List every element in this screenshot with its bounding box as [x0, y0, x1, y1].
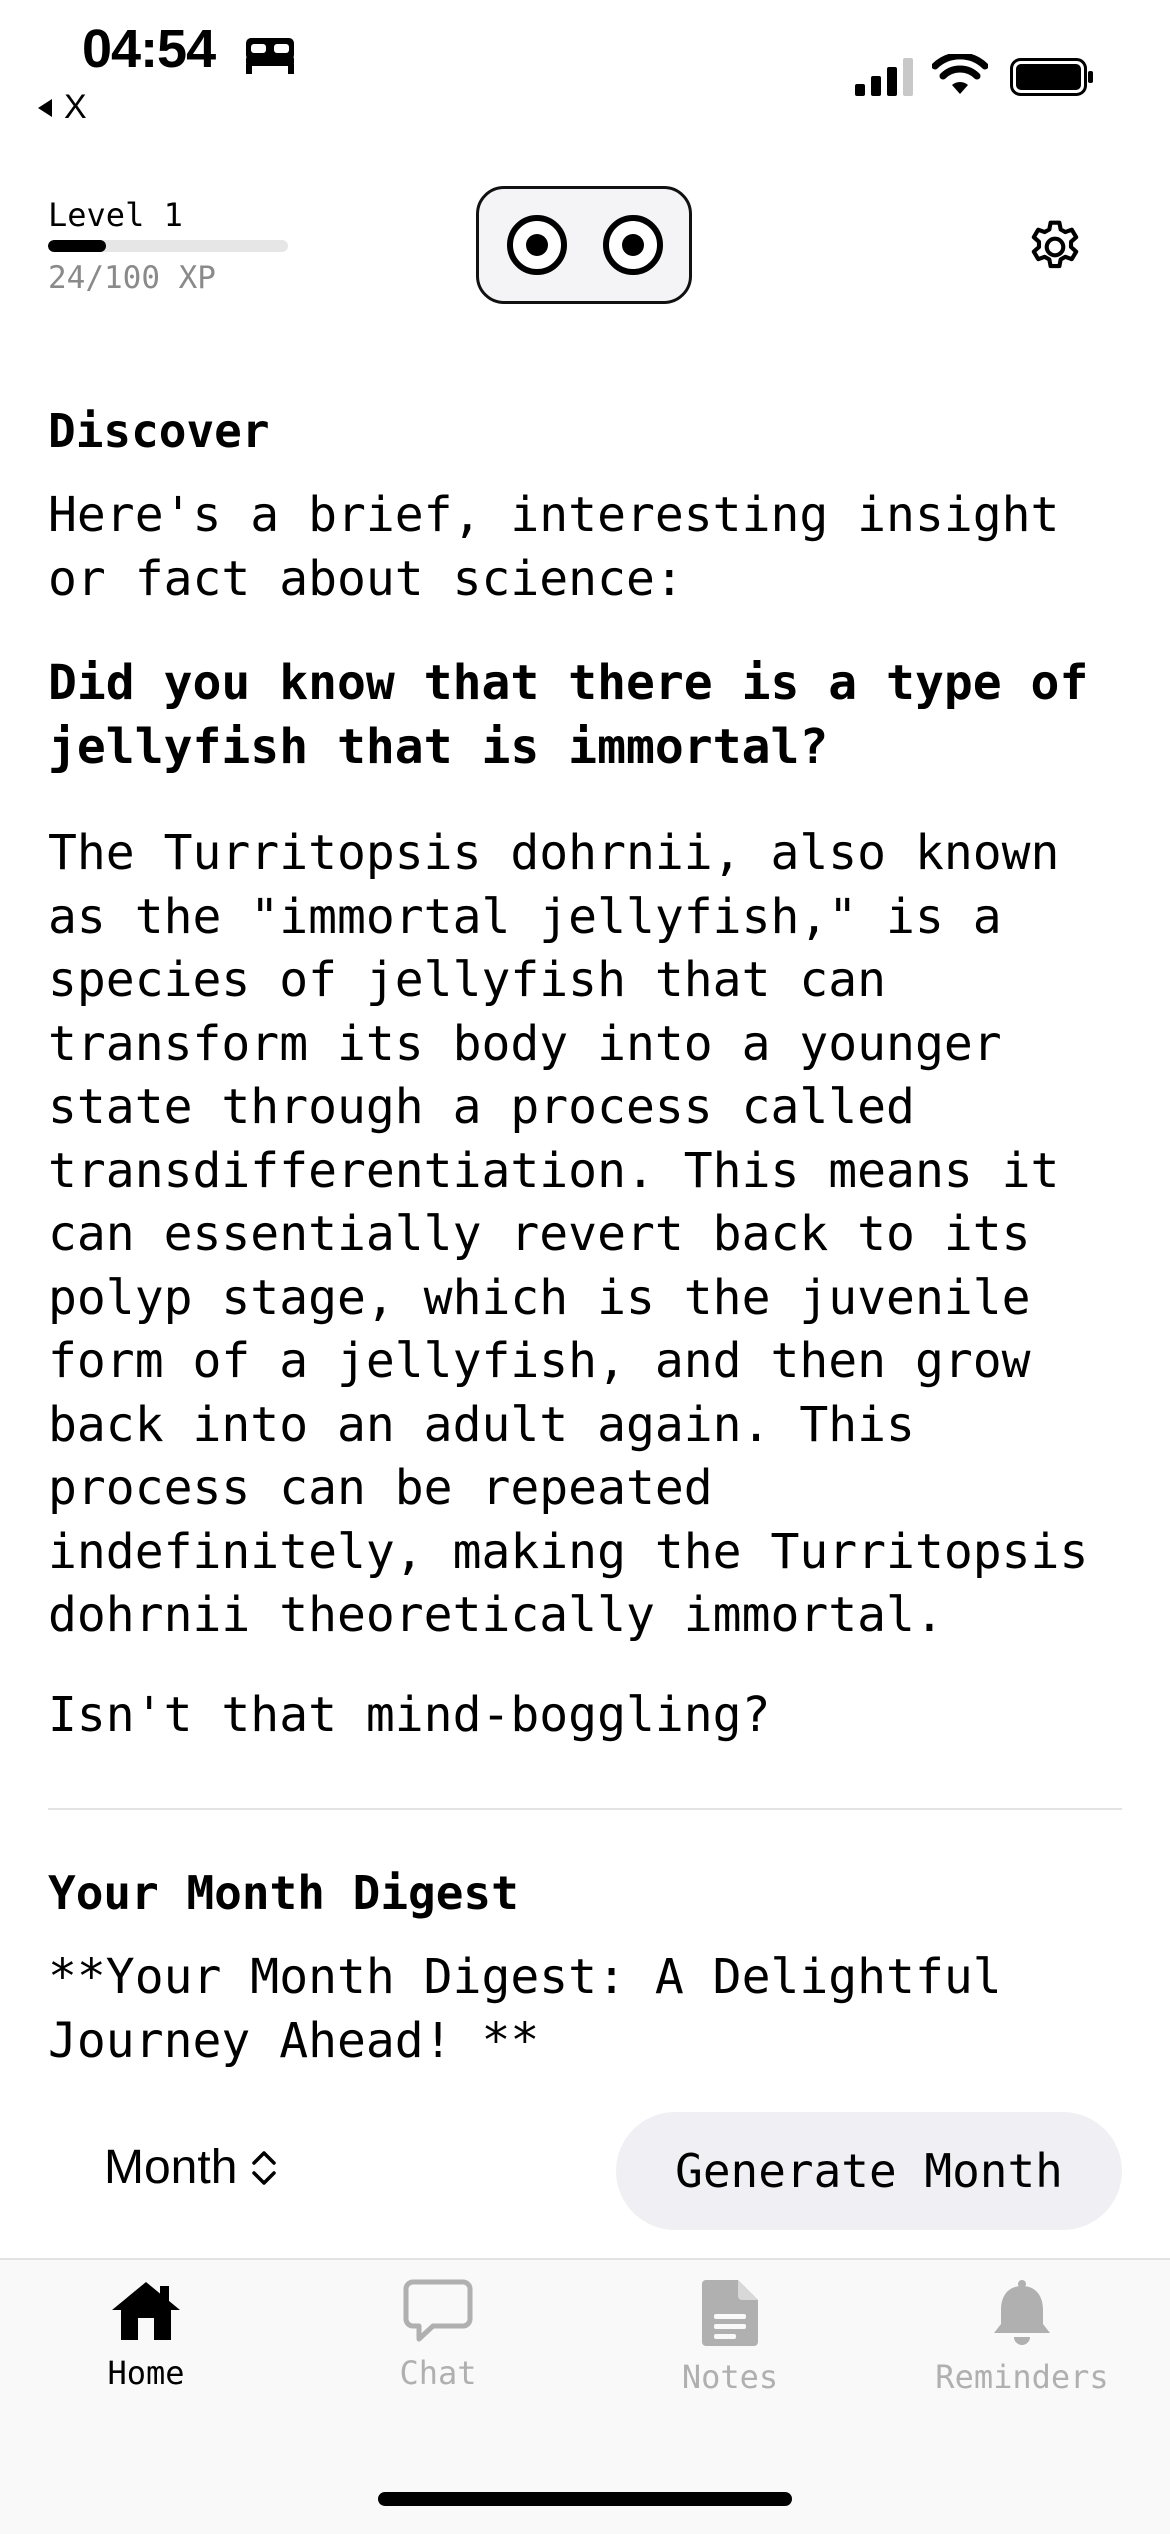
tab-chat[interactable]: Chat [292, 2278, 584, 2392]
generate-month-button[interactable]: Generate Month [616, 2112, 1122, 2230]
bell-icon [994, 2280, 1050, 2345]
tab-chat-label: Chat [399, 2354, 477, 2392]
level-label: Level 1 [48, 196, 183, 234]
tab-notes-label: Notes [681, 2358, 779, 2396]
discover-intro: Here's a brief, interesting insight or f… [48, 487, 1060, 607]
discover-closing: Isn't that mind-boggling? [48, 1687, 771, 1743]
back-label: X [64, 88, 87, 126]
home-indicator[interactable] [378, 2492, 792, 2506]
digest-title: Your Month Digest [48, 1866, 519, 1920]
right-eye-icon [603, 215, 663, 275]
tab-notes[interactable]: Notes [584, 2278, 876, 2396]
section-divider [48, 1808, 1122, 1810]
tab-home[interactable]: Home [0, 2278, 292, 2392]
left-eye-icon [507, 215, 567, 275]
status-time: 04:54 [82, 19, 216, 79]
xp-text: 24/100 XP [48, 260, 216, 296]
tab-reminders-label: Reminders [935, 2358, 1109, 2396]
discover-question: Did you know that there is a type of jel… [48, 655, 1089, 775]
gear-icon[interactable] [1024, 216, 1086, 278]
period-select[interactable]: Month [104, 2140, 277, 2195]
house-icon [112, 2282, 180, 2340]
document-icon [702, 2280, 758, 2346]
chevron-up-down-icon [252, 2150, 277, 2185]
back-triangle-icon [38, 98, 52, 117]
chat-bubble-icon [403, 2279, 473, 2342]
tab-bar: Home Chat Notes Reminders [0, 2258, 1170, 2534]
companion-avatar[interactable] [476, 186, 692, 304]
xp-progress-bar [48, 240, 288, 252]
discover-title: Discover [48, 404, 270, 458]
tab-reminders[interactable]: Reminders [876, 2278, 1168, 2396]
wifi-icon [932, 54, 988, 94]
discover-body: The Turritopsis dohrnii, also known as t… [48, 825, 1089, 1643]
xp-progress-fill [48, 240, 106, 252]
bed-icon [246, 38, 294, 74]
cellular-signal-icon [855, 58, 913, 96]
digest-text: **Your Month Digest: A Delightful Journe… [48, 1949, 1002, 2069]
back-to-app-link[interactable]: X [36, 88, 87, 127]
tab-home-label: Home [107, 2354, 185, 2392]
period-select-value: Month [104, 2141, 238, 2194]
battery-icon [1010, 58, 1093, 96]
